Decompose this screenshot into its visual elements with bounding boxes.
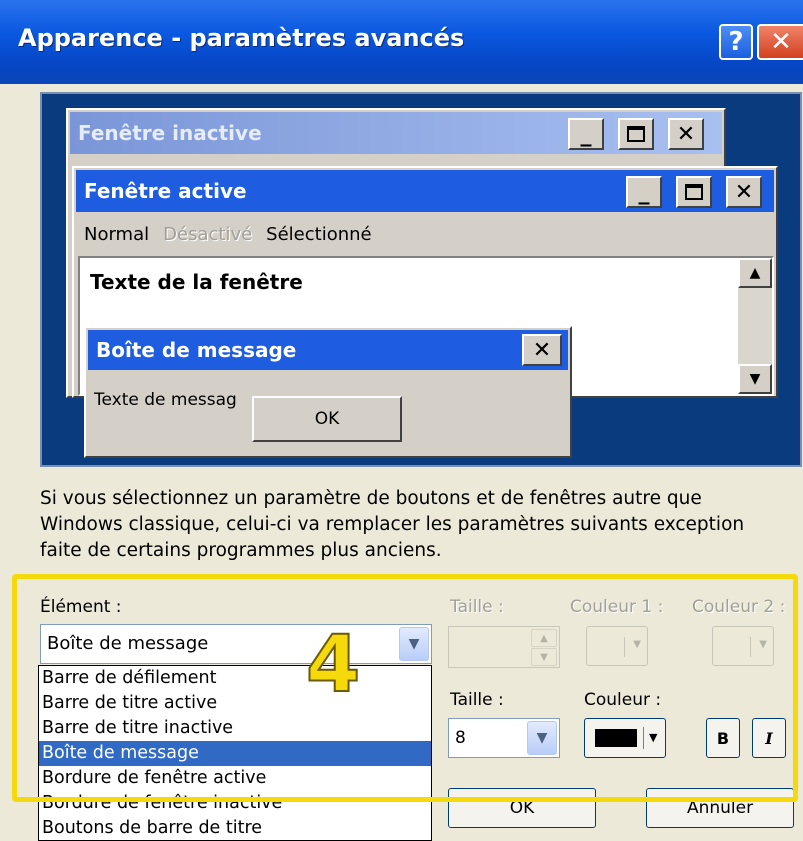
- window-title: Apparence - paramètres avancés: [18, 24, 465, 52]
- scroll-up-icon[interactable]: ▲: [738, 258, 772, 288]
- scroll-down-icon[interactable]: ▼: [738, 364, 772, 394]
- close-icon: ✕: [668, 118, 704, 150]
- highlight-frame: [12, 574, 798, 802]
- message-text: Texte de messag: [94, 390, 237, 410]
- window-text: Texte de la fenêtre: [90, 270, 303, 294]
- active-window-title: Fenêtre active: [76, 170, 774, 212]
- preview-ok-button[interactable]: OK: [252, 396, 402, 442]
- close-button[interactable]: ✕: [757, 24, 803, 60]
- vertical-scrollbar[interactable]: ▲ ▼: [738, 258, 772, 394]
- menu-normal[interactable]: Normal: [84, 224, 149, 245]
- title-bar: Apparence - paramètres avancés ? ✕: [0, 0, 803, 84]
- maximize-icon: [676, 176, 712, 208]
- menu-disabled[interactable]: Désactivé: [163, 224, 252, 245]
- close-icon: ✕: [726, 176, 762, 208]
- list-item[interactable]: Boutons de barre de titre: [39, 816, 431, 840]
- appearance-preview[interactable]: Fenêtre inactive _ ✕ Fenêtre active _ ✕ …: [40, 92, 802, 467]
- message-box-title: Boîte de message: [88, 330, 568, 370]
- minimize-icon: _: [568, 118, 604, 150]
- close-icon: ✕: [770, 27, 792, 57]
- step-number: 4: [305, 619, 361, 711]
- minimize-icon: _: [626, 176, 662, 208]
- message-box-preview[interactable]: Boîte de message ✕ Texte de messag OK: [84, 326, 572, 458]
- preview-menu-bar: Normal Désactivé Sélectionné: [76, 220, 372, 248]
- help-button[interactable]: ?: [719, 24, 753, 60]
- close-icon: ✕: [522, 334, 562, 366]
- help-icon: ?: [728, 27, 744, 57]
- description-text: Si vous sélectionnez un paramètre de bou…: [40, 488, 745, 561]
- maximize-icon: [618, 118, 654, 150]
- menu-selected[interactable]: Sélectionné: [266, 224, 371, 245]
